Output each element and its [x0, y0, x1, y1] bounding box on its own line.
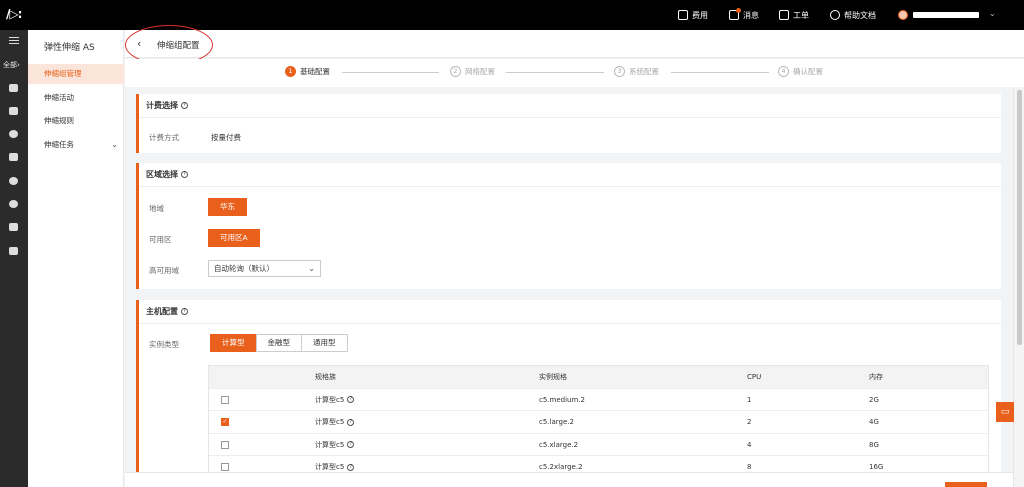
ticket-label: 工单: [793, 10, 809, 20]
billing-card: 计费选择? 计费方式 按量付费: [136, 94, 1001, 153]
close-box-icon[interactable]: [9, 223, 18, 231]
question-icon[interactable]: ?: [347, 396, 355, 403]
region-card-title: 区域选择?: [139, 163, 1001, 187]
unread-badge: [736, 8, 741, 13]
row-checkbox[interactable]: [221, 440, 229, 449]
ha-domain-select[interactable]: 自动轮询（默认） ⌄: [208, 260, 321, 277]
chat-icon: ▭: [1000, 407, 1010, 417]
help-docs-label: 帮助文档: [844, 10, 876, 20]
question-icon[interactable]: ?: [347, 418, 355, 426]
host-card-title: 主机配置?: [139, 300, 1001, 324]
stack-icon[interactable]: [9, 247, 18, 255]
scrollbar-thumb[interactable]: [1017, 90, 1022, 345]
page-header: ‹ 伸缩组配置: [125, 30, 1024, 58]
avatar[interactable]: [898, 10, 908, 20]
region-option-east-china[interactable]: 华东: [208, 198, 247, 216]
sidebar-item-group-management[interactable]: 伸缩组管理: [28, 64, 124, 84]
step-confirm-config[interactable]: 4 确认配置: [778, 66, 823, 77]
message-icon: [729, 8, 741, 20]
all-products-toggle[interactable]: 全部›: [3, 60, 20, 70]
storage-icon[interactable]: [9, 153, 18, 161]
col-memory: 内存: [869, 373, 883, 381]
table-header: 规格族 实例规格 CPU 内存: [209, 366, 988, 389]
ha-domain-label: 高可用域: [149, 266, 179, 275]
billing-icon: [678, 10, 688, 20]
billing-label: 费用: [692, 10, 708, 20]
step-network-config[interactable]: 2 网络配置: [450, 66, 495, 77]
service-sidebar: 弹性伸缩 AS 伸缩组管理 伸缩活动 伸缩规则 伸缩任务 ⌄: [28, 30, 124, 487]
step-basic-config[interactable]: 1 基础配置: [285, 66, 330, 77]
table-row[interactable]: 计算型c5? c5.xlarge.2 4 8G: [209, 434, 988, 456]
zone-option-a[interactable]: 可用区A: [208, 229, 260, 247]
ticket-icon: [779, 10, 789, 20]
chevron-down-icon[interactable]: ⌄: [989, 9, 996, 18]
globe-icon[interactable]: [9, 130, 18, 138]
step-system-config[interactable]: 3 系统配置: [614, 66, 659, 77]
question-icon[interactable]: ?: [181, 171, 188, 178]
billing-card-title: 计费选择?: [139, 94, 1001, 118]
product-rail: 全部›: [0, 30, 28, 487]
col-family: 规格族: [315, 373, 336, 381]
billing-method-value: 按量付费: [211, 133, 241, 142]
service-title: 弹性伸缩 AS: [44, 43, 95, 53]
step-indicator: 1 基础配置 2 网络配置 3 系统配置 4 确认配置: [125, 59, 1024, 87]
messages-label: 消息: [743, 10, 759, 20]
help-icon: [830, 10, 840, 20]
question-icon[interactable]: ?: [181, 102, 188, 109]
username-redacted[interactable]: [913, 12, 979, 18]
cloud-upload-icon[interactable]: [9, 177, 18, 185]
region-label: 地域: [149, 204, 164, 213]
question-icon[interactable]: ?: [347, 441, 355, 448]
instance-type-label: 实例类型: [149, 340, 179, 349]
next-step-button[interactable]: [945, 482, 987, 487]
billing-method-label: 计费方式: [149, 133, 179, 142]
question-icon[interactable]: ?: [347, 463, 355, 471]
hamburger-menu-icon[interactable]: [9, 37, 19, 46]
row-checkbox[interactable]: [221, 463, 229, 471]
chevron-down-icon: ⌄: [308, 264, 315, 273]
ticket-button[interactable]: 工单: [779, 9, 809, 21]
database-icon[interactable]: [9, 107, 18, 115]
chevron-down-icon: ⌄: [111, 140, 118, 149]
tab-finance[interactable]: 金融型: [255, 334, 302, 352]
sidebar-item-activities[interactable]: 伸缩活动: [28, 88, 124, 108]
row-checkbox[interactable]: ✓: [221, 418, 229, 426]
row-checkbox[interactable]: [221, 395, 229, 404]
table-row[interactable]: 计算型c5? c5.medium.2 1 2G: [209, 389, 988, 411]
col-cpu: CPU: [747, 373, 762, 381]
cloud-icon[interactable]: [9, 200, 18, 208]
cube-icon[interactable]: [9, 84, 18, 92]
zone-label: 可用区: [149, 235, 172, 244]
col-spec: 实例规格: [539, 373, 567, 381]
table-row[interactable]: ✓ 计算型c5? c5.large.2 2 4G: [209, 411, 988, 434]
tab-compute[interactable]: 计算型: [210, 334, 257, 352]
footer-action-bar: [125, 472, 1013, 487]
billing-button[interactable]: 费用: [678, 9, 708, 21]
tab-general[interactable]: 通用型: [301, 334, 348, 352]
step-connector: [342, 72, 439, 73]
sidebar-item-rules[interactable]: 伸缩规则: [28, 111, 124, 131]
instance-spec-table: 规格族 实例规格 CPU 内存 计算型c5? c5.medium.2 1 2G …: [208, 365, 989, 480]
step-connector: [671, 72, 769, 73]
question-icon[interactable]: ?: [181, 308, 188, 315]
step-connector: [506, 72, 604, 73]
help-docs-button[interactable]: 帮助文档: [830, 9, 876, 21]
region-card: 区域选择? 地域 华东 可用区 可用区A 高可用域 自动轮询（默认） ⌄: [136, 163, 1001, 289]
instance-type-tabs: 计算型 金融型 通用型: [210, 334, 348, 352]
logo-icon[interactable]: /▷:: [6, 7, 28, 23]
messages-button[interactable]: 消息: [729, 8, 759, 21]
sidebar-item-tasks[interactable]: 伸缩任务 ⌄: [28, 135, 124, 155]
page-scrollbar[interactable]: [1013, 88, 1024, 487]
feedback-button[interactable]: ▭: [996, 402, 1014, 422]
